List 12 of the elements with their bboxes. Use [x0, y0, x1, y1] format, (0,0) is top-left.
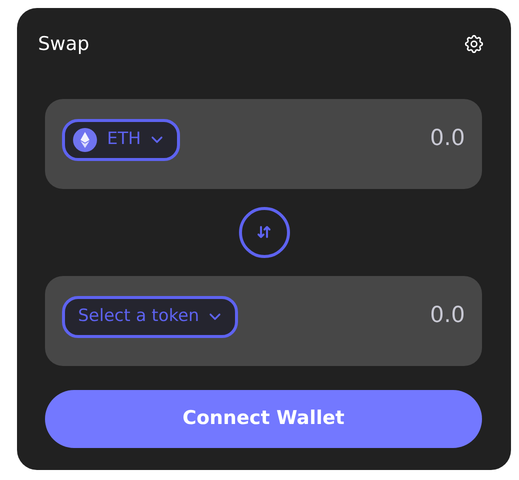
settings-icon[interactable]: [463, 33, 485, 56]
token-select-button[interactable]: Select a token: [62, 296, 238, 338]
connect-wallet-button[interactable]: Connect Wallet: [45, 390, 482, 448]
amount-input[interactable]: 0.0: [325, 118, 465, 158]
diamond-coin-icon: [73, 128, 97, 152]
amount-input[interactable]: 0.0: [325, 296, 465, 336]
swap-arrows-icon: [257, 225, 271, 239]
chevron-down-icon: [209, 312, 222, 320]
swap-direction-button[interactable]: [238, 206, 290, 258]
chevron-down-icon: [150, 136, 163, 144]
card-title: Swap: [38, 32, 90, 57]
token-select-button[interactable]: ETH: [62, 118, 180, 160]
